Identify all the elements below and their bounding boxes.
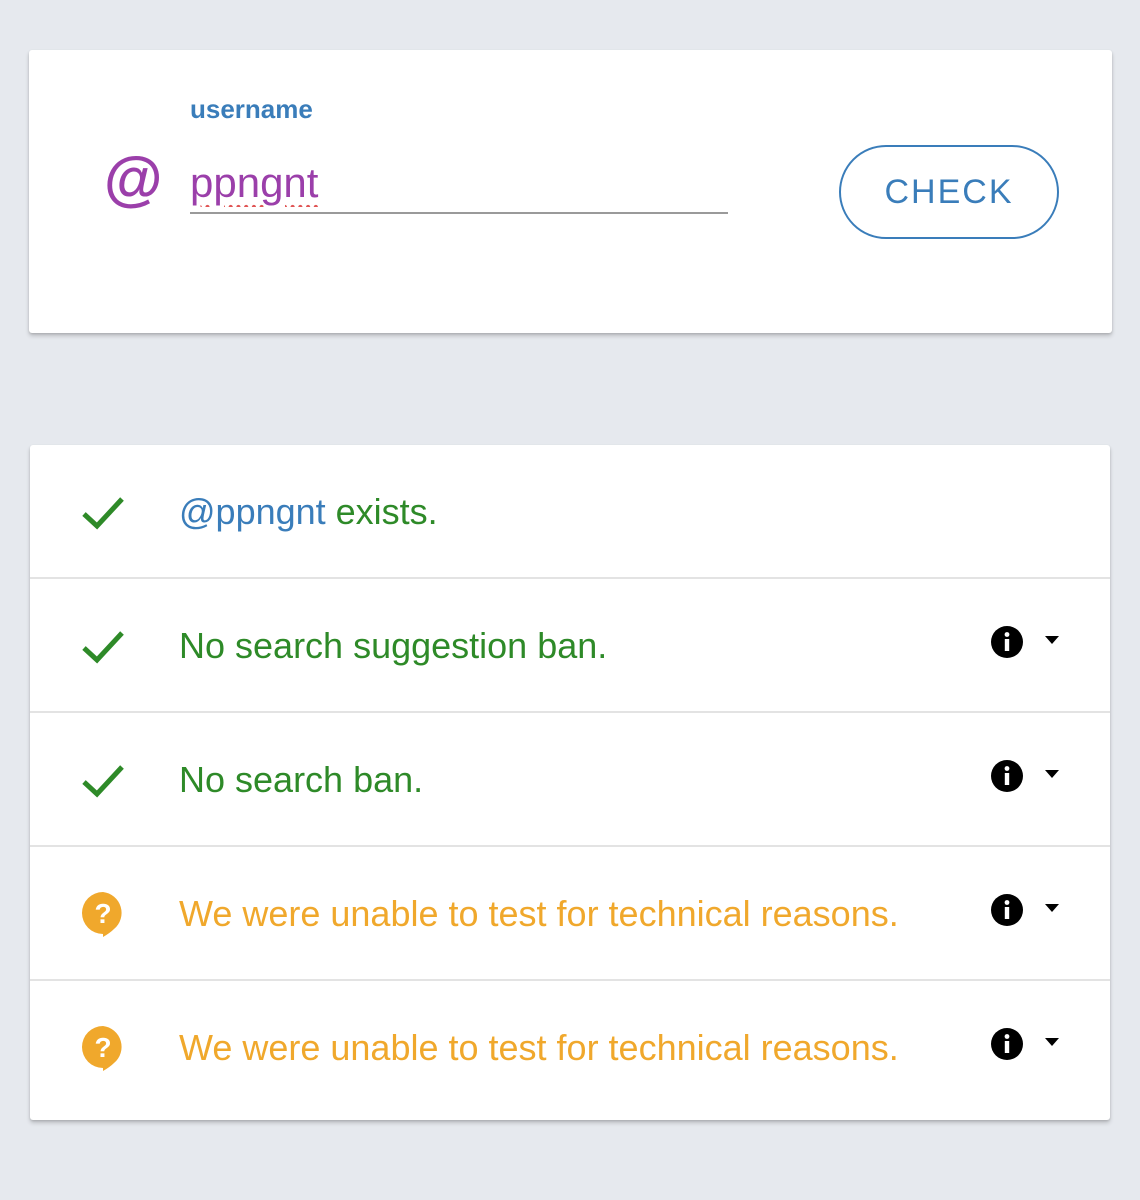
chevron-down-icon[interactable] bbox=[1042, 901, 1062, 915]
info-icon[interactable] bbox=[990, 625, 1024, 659]
results-list: @ppngnt exists. No search suggestion ban… bbox=[30, 445, 1110, 1120]
chevron-down-icon[interactable] bbox=[1042, 1035, 1062, 1049]
result-row-search-suggestion-ban: No search suggestion ban. bbox=[30, 579, 1110, 713]
result-text: No search suggestion ban. bbox=[179, 625, 608, 666]
svg-text:?: ? bbox=[94, 898, 111, 929]
question-bubble-icon: ? bbox=[81, 892, 122, 937]
result-row-technical-2: ? We were unable to test for technical r… bbox=[30, 981, 1110, 1115]
chevron-down-icon[interactable] bbox=[1042, 767, 1062, 781]
result-text: No search ban. bbox=[179, 759, 424, 800]
check-icon bbox=[82, 497, 124, 530]
info-icon[interactable] bbox=[990, 1027, 1024, 1061]
result-row-search-ban: No search ban. bbox=[30, 713, 1110, 847]
username-handle[interactable]: @ppngnt bbox=[179, 491, 326, 532]
result-text: @ppngnt exists. bbox=[179, 491, 438, 532]
result-text: We were unable to test for technical rea… bbox=[179, 893, 899, 934]
username-label: username bbox=[190, 94, 313, 124]
result-text: We were unable to test for technical rea… bbox=[179, 1027, 899, 1068]
check-button[interactable]: CHECK bbox=[839, 145, 1059, 239]
username-input[interactable] bbox=[190, 154, 728, 214]
check-icon bbox=[82, 765, 124, 798]
svg-text:?: ? bbox=[94, 1032, 111, 1063]
result-row-exists: @ppngnt exists. bbox=[30, 445, 1110, 579]
question-bubble-icon: ? bbox=[81, 1026, 122, 1071]
result-row-technical-1: ? We were unable to test for technical r… bbox=[30, 847, 1110, 981]
at-sign-icon: @ bbox=[103, 146, 162, 213]
info-icon[interactable] bbox=[990, 759, 1024, 793]
chevron-down-icon[interactable] bbox=[1042, 633, 1062, 647]
info-icon[interactable] bbox=[990, 893, 1024, 927]
check-icon bbox=[82, 631, 124, 664]
username-card: username @ CHECK bbox=[29, 50, 1112, 333]
